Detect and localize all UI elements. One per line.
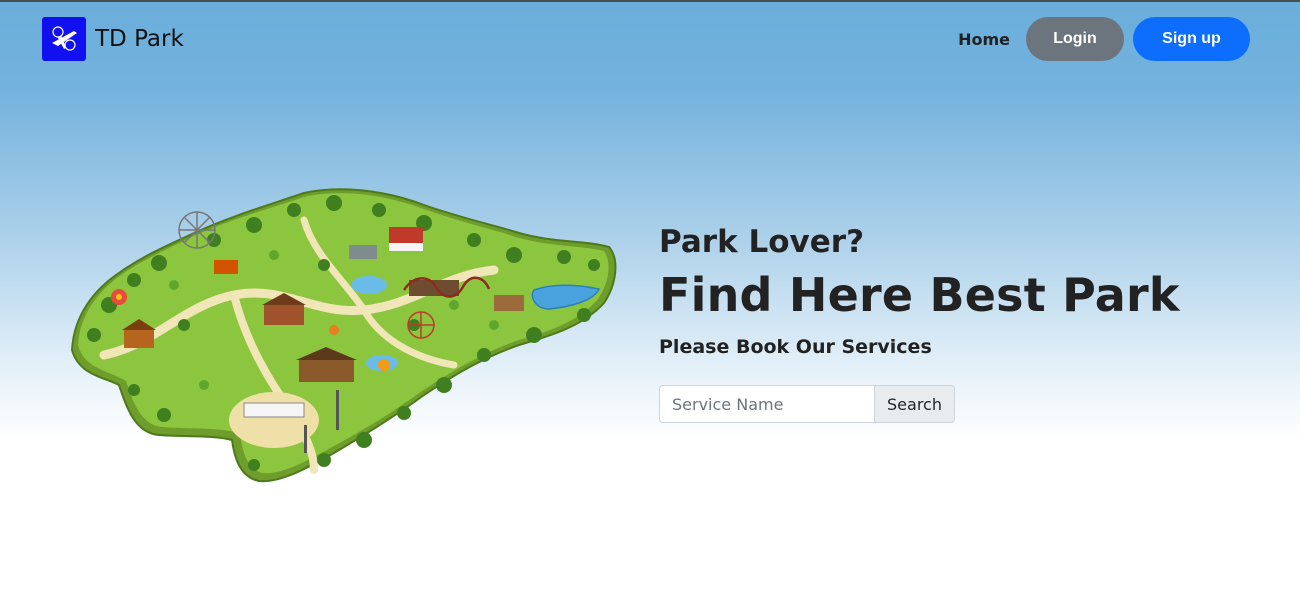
hero-tagline: Please Book Our Services <box>659 336 932 358</box>
login-button[interactable]: Login <box>1026 17 1124 61</box>
brand-name: TD Park <box>95 26 184 52</box>
hero-section: Park Lover? Find Here Best Park Please B… <box>659 222 1180 360</box>
hero-subtitle: Park Lover? <box>659 224 865 260</box>
search-form: Search <box>659 385 955 423</box>
navbar: TD Park Home Login Sign up <box>0 2 1300 80</box>
home-link[interactable]: Home <box>958 30 1010 49</box>
brand[interactable]: TD Park <box>42 17 184 61</box>
hero-title: Find Here Best Park <box>659 268 1180 322</box>
search-button[interactable]: Search <box>875 385 955 423</box>
airplane-icon <box>42 17 86 61</box>
service-search-input[interactable] <box>659 385 875 423</box>
signup-button[interactable]: Sign up <box>1133 17 1250 61</box>
park-map-illustration <box>70 188 617 483</box>
nav-links: Home Login Sign up <box>958 17 1250 61</box>
